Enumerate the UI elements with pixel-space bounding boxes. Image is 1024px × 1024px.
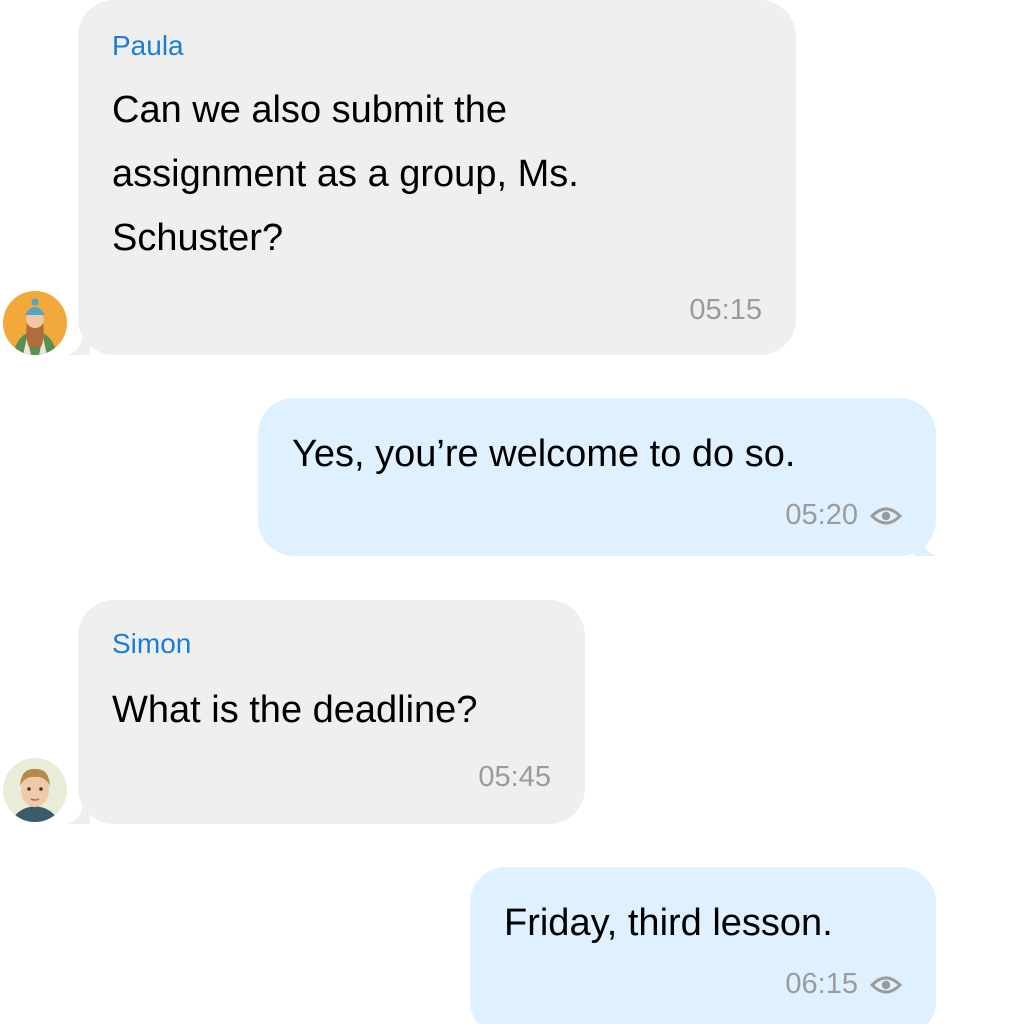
message-time: 06:15 [785,968,858,1000]
eye-icon [870,507,902,524]
message-meta: 06:15 [785,970,902,999]
message-bubble-outgoing[interactable]: Friday, third lesson. 06:15 [470,867,936,1024]
message-time: 05:45 [478,761,551,793]
message-meta: 05:15 [689,296,762,325]
sender-name: Paula [112,30,184,61]
simon-avatar[interactable] [3,758,67,822]
message-meta: 05:20 [785,501,902,530]
paula-avatar[interactable] [3,291,67,355]
message-text: Can we also submit the assignment as a g… [112,89,579,259]
sender-name: Simon [112,628,192,659]
bubble-tail [68,806,90,824]
chat-thread: Paula Can we also submit the assignment … [0,0,1024,1024]
eye-icon [870,976,902,993]
bubble-tail [914,538,936,556]
message-bubble-outgoing[interactable]: Yes, you’re welcome to do so. 05:20 [258,398,936,556]
message-text: Friday, third lesson. [504,902,833,944]
message-time: 05:20 [785,499,858,531]
message-time: 05:15 [689,294,762,326]
message-text: What is the deadline? [112,689,478,731]
bubble-tail [68,337,90,355]
message-meta: 05:45 [478,763,551,792]
message-bubble-paula[interactable]: Paula Can we also submit the assignment … [78,0,796,355]
message-text: Yes, you’re welcome to do so. [292,433,796,475]
message-bubble-simon[interactable]: Simon What is the deadline? 05:45 [78,600,585,824]
